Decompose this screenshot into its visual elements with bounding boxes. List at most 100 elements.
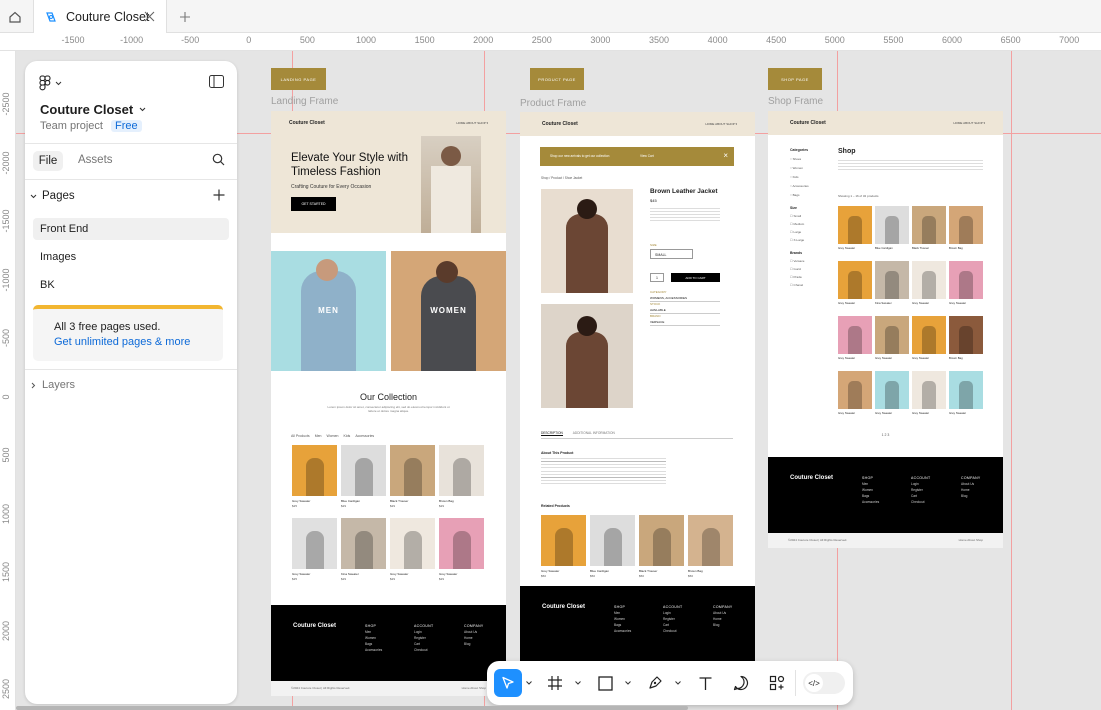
product-card[interactable]: Grey Sweater $25: [292, 518, 337, 583]
product-card[interactable]: Grey Sweater: [838, 261, 872, 313]
size-option[interactable]: ☐ Medium: [790, 220, 804, 228]
brand-option[interactable]: ☐ Chanel: [790, 281, 804, 289]
layers-section-toggle[interactable]: Layers: [30, 379, 75, 391]
chevron-down-icon[interactable]: [625, 680, 631, 686]
size-select[interactable]: SMALL: [650, 249, 693, 259]
product-card[interactable]: Grey Sweater: [838, 371, 872, 423]
product-image[interactable]: [541, 304, 633, 408]
footer-link[interactable]: Accessories: [365, 647, 382, 653]
plan-badge[interactable]: Free: [110, 120, 142, 132]
product-card[interactable]: Grey Sweater: [838, 316, 872, 368]
category-item[interactable]: ○ Women: [790, 164, 809, 173]
size-option[interactable]: ☐ Small: [790, 212, 804, 220]
plus-icon[interactable]: [213, 189, 225, 201]
men-category-image[interactable]: MEN: [271, 251, 386, 371]
new-tab-button[interactable]: [176, 8, 194, 26]
landing-frame-chip[interactable]: LANDING PAGE: [271, 68, 326, 90]
get-started-button[interactable]: GET STARTED: [291, 197, 336, 211]
pages-section-toggle[interactable]: Pages: [30, 190, 75, 202]
category-item[interactable]: ○ Shoes: [790, 155, 809, 164]
product-card[interactable]: Blue Cardigan: [875, 206, 909, 258]
project-name-button[interactable]: Couture Closet: [40, 102, 146, 117]
product-card[interactable]: Kina Sweater $29: [341, 518, 386, 583]
product-tab[interactable]: DESCRIPTION: [541, 431, 563, 436]
move-tool-button[interactable]: [494, 669, 522, 697]
text-tool-button[interactable]: [694, 669, 716, 697]
view-cart-link[interactable]: View Cart: [640, 154, 654, 158]
brand-option[interactable]: ☐ Gucci: [790, 265, 804, 273]
category-item[interactable]: ○ Accessories: [790, 182, 809, 191]
product-card[interactable]: Kina Sweater: [875, 261, 909, 313]
document-tab[interactable]: Couture Closet: [33, 0, 167, 33]
chevron-down-icon[interactable]: [526, 680, 532, 686]
brand-option[interactable]: ☐ Prada: [790, 273, 804, 281]
product-card[interactable]: Black Trouser $29: [390, 445, 435, 510]
chevron-down-icon[interactable]: [675, 680, 681, 686]
page-item-bk[interactable]: BK: [33, 274, 229, 296]
footer-link[interactable]: Blog: [464, 641, 484, 647]
close-icon[interactable]: [143, 10, 156, 23]
product-card[interactable]: Grey Sweater: [949, 371, 983, 423]
main-menu-button[interactable]: [39, 75, 62, 91]
product-card[interactable]: Grey Sweater $29: [390, 518, 435, 583]
page-item-images[interactable]: Images: [33, 246, 229, 268]
footer-link[interactable]: Checkout: [663, 628, 682, 634]
dev-mode-toggle[interactable]: </>: [803, 672, 845, 694]
sidebar-toggle-icon[interactable]: [209, 75, 224, 88]
footer-link[interactable]: Accessories: [614, 628, 631, 634]
product-card[interactable]: Grey Sweater: [949, 261, 983, 313]
product-card[interactable]: Grey Sweater: [912, 261, 946, 313]
product-card[interactable]: Blue Cardigan $29: [341, 445, 386, 510]
category-item[interactable]: ○ Kids: [790, 173, 809, 182]
frame-tool-button[interactable]: [544, 669, 566, 697]
filter-tab[interactable]: Kids: [344, 434, 351, 438]
footer-link[interactable]: Checkout: [911, 499, 930, 505]
filter-tab[interactable]: All Products: [291, 434, 310, 438]
product-card[interactable]: Blue Cardigan $50: [590, 515, 635, 580]
banner-close-icon[interactable]: ×: [723, 151, 728, 160]
landing-frame-label[interactable]: Landing Frame: [271, 96, 338, 107]
product-tab[interactable]: ADDITIONAL INFORMATION: [573, 431, 615, 436]
landing-frame[interactable]: Couture Closet HOME ABOUT SHOP ▾ Elevate…: [271, 111, 506, 696]
footer-link[interactable]: Blog: [713, 622, 733, 628]
product-card[interactable]: Grey Sweater $29: [439, 518, 484, 583]
size-option[interactable]: ☐ X-Large: [790, 236, 804, 244]
shop-frame-chip[interactable]: SHOP PAGE: [768, 68, 822, 90]
comment-tool-button[interactable]: [730, 669, 752, 697]
quantity-input[interactable]: 1: [650, 273, 664, 282]
footer-link[interactable]: Blog: [961, 493, 981, 499]
filter-tab[interactable]: Men: [315, 434, 322, 438]
chevron-down-icon[interactable]: [575, 680, 581, 686]
size-option[interactable]: ☐ Large: [790, 228, 804, 236]
shop-frame[interactable]: Couture Closet HOME ABOUT SHOP ▾ Categor…: [768, 111, 1003, 548]
category-item[interactable]: ○ Bags: [790, 191, 809, 200]
product-card[interactable]: Grey Sweater $25: [292, 445, 337, 510]
tab-file[interactable]: File: [33, 151, 63, 171]
pagination[interactable]: 1 2 3: [768, 433, 1003, 437]
product-frame[interactable]: Couture Closet HOME ABOUT SHOP ▾ Shop ou…: [520, 112, 755, 697]
pen-tool-button[interactable]: [644, 669, 666, 697]
filter-tab[interactable]: Accessories: [355, 434, 374, 438]
product-card[interactable]: Brown Bag: [949, 316, 983, 368]
product-frame-label[interactable]: Product Frame: [520, 98, 586, 109]
add-to-cart-button[interactable]: ADD TO CART: [671, 273, 720, 282]
footer-link[interactable]: Checkout: [414, 647, 433, 653]
upgrade-link[interactable]: Get unlimited pages & more: [54, 335, 223, 350]
horizontal-scrollbar[interactable]: [16, 706, 688, 710]
search-icon[interactable]: [212, 153, 225, 166]
product-card[interactable]: Brown Bag $29: [439, 445, 484, 510]
product-card[interactable]: Black Trouser: [912, 206, 946, 258]
product-frame-chip[interactable]: PRODUCT PAGE: [530, 68, 584, 90]
product-card[interactable]: Grey Sweater: [875, 316, 909, 368]
tab-assets[interactable]: Assets: [78, 154, 113, 166]
actions-tool-button[interactable]: [766, 669, 788, 697]
home-button[interactable]: [0, 0, 30, 33]
shop-frame-label[interactable]: Shop Frame: [768, 96, 823, 107]
product-card[interactable]: Grey Sweater: [838, 206, 872, 258]
women-category-image[interactable]: WOMEN: [391, 251, 506, 371]
brand-option[interactable]: ☐ Versace: [790, 257, 804, 265]
product-card[interactable]: Brown Bag $50: [688, 515, 733, 580]
product-card[interactable]: Black Trouser $50: [639, 515, 684, 580]
filter-tab[interactable]: Women: [327, 434, 339, 438]
footer-link[interactable]: Accessories: [862, 499, 879, 505]
